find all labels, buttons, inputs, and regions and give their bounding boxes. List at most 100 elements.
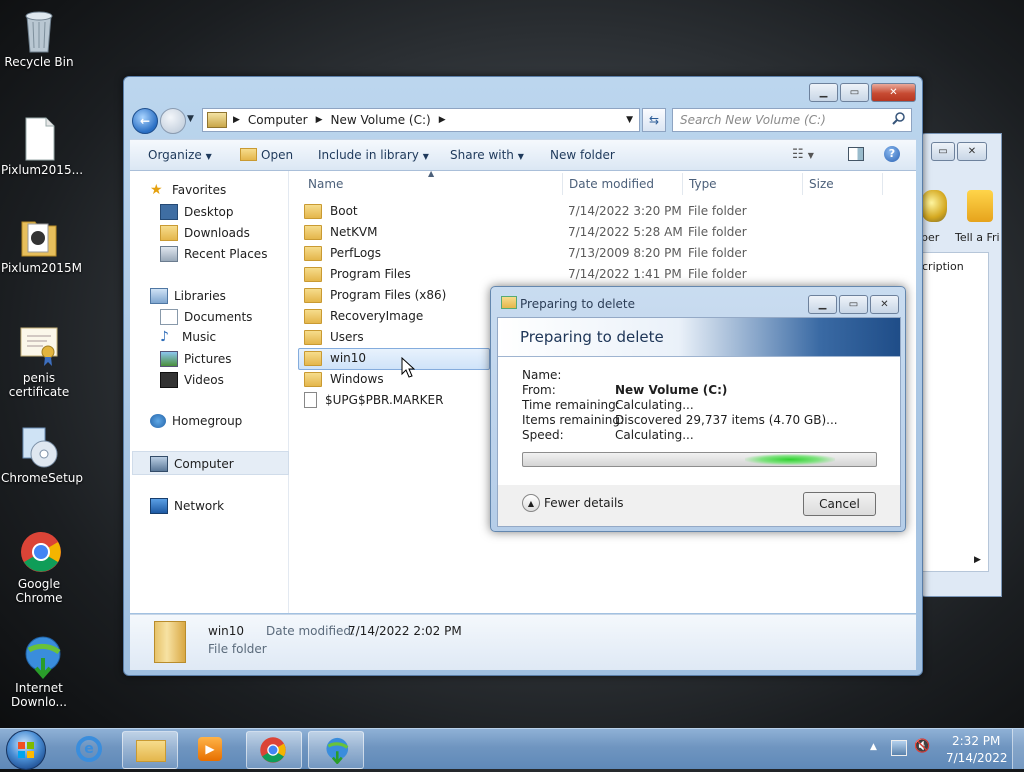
nav-libraries[interactable]: Libraries: [150, 288, 226, 304]
network-tray-icon[interactable]: [891, 740, 907, 756]
preview-pane-icon[interactable]: [848, 147, 864, 161]
nav-homegroup[interactable]: Homegroup: [150, 414, 242, 428]
nav-network[interactable]: Network: [150, 498, 224, 514]
libraries-icon: [150, 288, 168, 304]
recent-pages-dropdown[interactable]: ▼: [187, 114, 194, 124]
view-options-icon[interactable]: ☷ ▼: [792, 147, 814, 162]
desktop-icon-chromesetup[interactable]: ChromeSetup: [1, 424, 83, 485]
file-type: File folder: [688, 225, 747, 239]
taskbar-internet-explorer[interactable]: e: [62, 731, 118, 767]
search-icon[interactable]: [892, 111, 906, 128]
desktop-icon-pixlum-file[interactable]: Pixlum2015...: [1, 116, 83, 177]
scroll-right-icon[interactable]: ▶: [974, 555, 981, 565]
breadcrumb-separator-icon[interactable]: ▶: [439, 115, 446, 125]
cancel-button[interactable]: Cancel: [803, 492, 876, 516]
dialog-banner: Preparing to delete: [498, 318, 900, 357]
show-desktop-button[interactable]: [1012, 729, 1024, 769]
minimize-button[interactable]: ▁: [809, 83, 838, 102]
folder-icon: [304, 245, 322, 261]
computer-icon: [207, 112, 227, 128]
back-button[interactable]: ←: [132, 108, 158, 134]
file-date-modified: 7/14/2022 5:28 AM: [568, 225, 683, 239]
help-icon[interactable]: ?: [884, 146, 900, 162]
column-header-type[interactable]: Type: [689, 177, 717, 191]
file-icon: [304, 392, 317, 408]
breadcrumb-computer[interactable]: Computer: [248, 113, 308, 127]
breadcrumb-separator-icon[interactable]: ▶: [233, 115, 240, 125]
close-button[interactable]: ✕: [870, 295, 899, 314]
file-type: File folder: [688, 246, 747, 260]
file-row[interactable]: NetKVM 7/14/2022 5:28 AM File folder: [304, 222, 1004, 242]
certificate-icon: [19, 324, 59, 368]
search-box[interactable]: Search New Volume (C:): [672, 108, 912, 132]
share-with-button[interactable]: Share with ▼: [450, 148, 524, 162]
desktop-icon-label: penis certificate: [8, 371, 70, 399]
clock-date[interactable]: 7/14/2022: [946, 751, 1008, 765]
nav-documents[interactable]: Documents: [160, 309, 252, 325]
minimize-button[interactable]: ▁: [808, 295, 837, 314]
close-button[interactable]: ✕: [957, 142, 987, 161]
taskbar-windows-explorer[interactable]: [122, 731, 178, 769]
file-row[interactable]: Program Files 7/14/2022 1:41 PM File folde…: [304, 264, 1004, 284]
file-row[interactable]: Boot 7/14/2022 3:20 PM File folder: [304, 201, 1004, 221]
restore-button[interactable]: ▭: [931, 142, 955, 161]
desktop-icon-certificate[interactable]: penis certificate: [1, 324, 77, 399]
include-in-library-button[interactable]: Include in library ▼: [318, 148, 429, 162]
chrome-icon: [19, 530, 61, 574]
dialog-body: Preparing to delete Name: From: New Volum…: [497, 317, 901, 527]
search-input[interactable]: Search New Volume (C:): [680, 113, 826, 127]
time-remaining-value: Calculating...: [615, 398, 694, 412]
dialog-title: Preparing to delete: [520, 297, 636, 311]
address-bar[interactable]: ▶ Computer ▶ New Volume (C:) ▶ ▼: [202, 108, 640, 132]
taskbar-google-chrome[interactable]: [246, 731, 302, 769]
nav-pictures[interactable]: Pictures: [160, 351, 232, 367]
taskbar-media-player[interactable]: ▶: [184, 731, 238, 767]
speed-value: Calculating...: [615, 428, 694, 442]
column-header-size[interactable]: Size: [809, 177, 834, 191]
name-label: Name:: [522, 368, 562, 382]
column-header-date-modified[interactable]: Date modified: [569, 177, 654, 191]
taskbar-internet-download-manager[interactable]: [308, 731, 364, 769]
refresh-button[interactable]: ⇆: [642, 108, 666, 132]
details-date-label: Date modified:: [266, 624, 356, 638]
file-row[interactable]: PerfLogs 7/13/2009 8:20 PM File folder: [304, 243, 1004, 263]
start-button[interactable]: [6, 730, 46, 770]
breadcrumb-separator-icon[interactable]: ▶: [316, 115, 323, 125]
nav-desktop[interactable]: Desktop: [160, 204, 234, 220]
preparing-to-delete-dialog[interactable]: Preparing to delete ▁ ▭ ✕ Preparing to d…: [490, 286, 906, 532]
breadcrumb-new-volume[interactable]: New Volume (C:): [331, 113, 431, 127]
videos-icon: [160, 372, 178, 388]
show-hidden-icons-button[interactable]: ▲: [870, 742, 877, 752]
details-date-value: 7/14/2022 2:02 PM: [348, 624, 462, 638]
chevron-up-icon: ▲: [522, 494, 540, 512]
nav-computer[interactable]: Computer: [150, 456, 234, 472]
mouse-cursor-icon: [401, 356, 416, 382]
close-button[interactable]: ✕: [871, 83, 916, 102]
nav-videos[interactable]: Videos: [160, 372, 224, 388]
desktop-icon-label: Recycle Bin: [4, 55, 74, 69]
desktop-icon-google-chrome[interactable]: Google Chrome: [1, 530, 77, 605]
nav-downloads[interactable]: Downloads: [160, 225, 250, 241]
volume-muted-icon[interactable]: 🔇: [914, 739, 930, 754]
new-folder-button[interactable]: New folder: [550, 148, 615, 162]
maximize-button[interactable]: ▭: [839, 295, 868, 314]
desktop-icon-internet-download-manager[interactable]: Internet Downlo...: [1, 634, 77, 709]
nav-favorites[interactable]: ★ Favorites: [150, 183, 226, 197]
desktop-icon-recycle-bin[interactable]: Recycle Bin: [1, 8, 77, 69]
desktop-icon-pixlum-folder[interactable]: Pixlum2015M: [1, 214, 82, 275]
clock-time[interactable]: 2:32 PM: [952, 734, 1000, 748]
items-remaining-label: Items remaining:: [522, 413, 625, 427]
nav-music[interactable]: ♪ Music: [160, 330, 216, 344]
nav-recent-places[interactable]: Recent Places: [160, 246, 267, 262]
column-header-name[interactable]: Name: [308, 177, 343, 191]
address-dropdown-icon[interactable]: ▼: [626, 115, 633, 125]
maximize-button[interactable]: ▭: [840, 83, 869, 102]
forward-button[interactable]: [160, 108, 186, 134]
fewer-details-button[interactable]: ▲ Fewer details: [522, 494, 624, 512]
document-icon: [19, 116, 59, 161]
folder-icon: [304, 203, 322, 219]
refresh-icon: ⇆: [648, 113, 660, 127]
organize-button[interactable]: Organize ▼: [148, 148, 212, 162]
folder-icon: [304, 329, 322, 345]
open-button[interactable]: Open: [240, 148, 293, 162]
